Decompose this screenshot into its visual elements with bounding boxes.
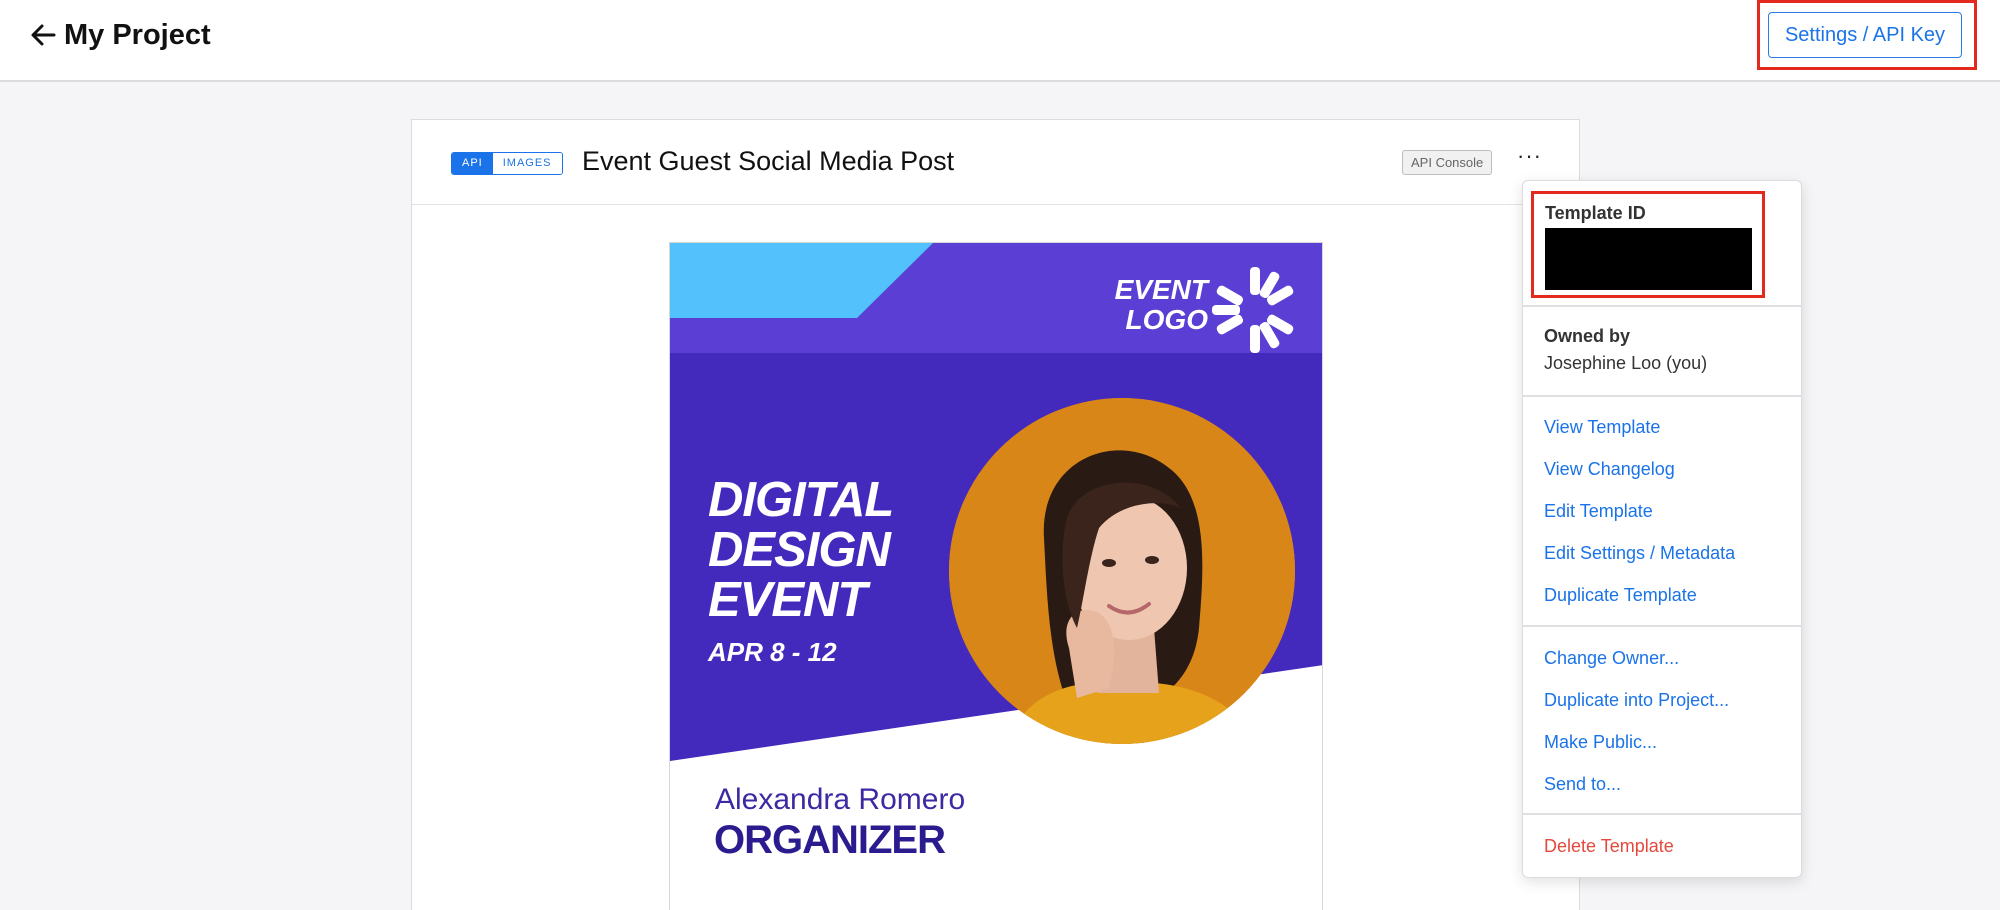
settings-highlight-box: Settings / API Key <box>1757 0 1977 70</box>
logo-line-1: EVENT <box>1114 274 1208 305</box>
logo-line-2: LOGO <box>1125 304 1208 335</box>
template-id-label: Template ID <box>1545 203 1646 223</box>
arrow-left-icon[interactable] <box>30 23 56 47</box>
api-console-button[interactable]: API Console <box>1402 150 1493 175</box>
poster-dates: APR 8 - 12 <box>708 637 837 667</box>
menu-item-change-owner[interactable]: Change Owner... <box>1544 648 1679 669</box>
poster-headline: DIGITAL DESIGN EVENT <box>708 473 894 627</box>
menu-item-duplicate-into-project[interactable]: Duplicate into Project... <box>1544 690 1729 711</box>
template-card: API IMAGES Event Guest Social Media Post… <box>411 119 1580 910</box>
menu-divider <box>1523 813 1801 815</box>
template-id-redacted <box>1545 228 1752 290</box>
more-options-icon[interactable]: ··· <box>1517 145 1542 167</box>
template-options-menu: Template ID Owned by Josephine Loo (you)… <box>1522 180 1802 878</box>
menu-item-edit-settings-metadata[interactable]: Edit Settings / Metadata <box>1544 543 1735 564</box>
menu-item-view-template[interactable]: View Template <box>1544 417 1660 438</box>
owned-by-value: Josephine Loo (you) <box>1544 353 1708 373</box>
template-id-highlight-box: Template ID <box>1531 191 1765 298</box>
event-logo-text: EVENT LOGO <box>1108 275 1208 335</box>
template-title: Event Guest Social Media Post <box>582 146 955 176</box>
images-tag: IMAGES <box>492 153 562 174</box>
api-tag: API <box>452 153 493 174</box>
top-bar: My Project Settings / API Key <box>0 0 2000 82</box>
template-type-tags: API IMAGES <box>451 152 563 175</box>
menu-item-view-changelog[interactable]: View Changelog <box>1544 459 1675 480</box>
settings-api-key-button[interactable]: Settings / API Key <box>1768 12 1962 58</box>
guest-role: ORGANIZER <box>714 818 946 862</box>
menu-item-edit-template[interactable]: Edit Template <box>1544 501 1653 522</box>
menu-item-make-public[interactable]: Make Public... <box>1544 732 1657 753</box>
menu-divider <box>1523 305 1801 307</box>
owned-by-label: Owned by <box>1544 326 1631 346</box>
guest-name: Alexandra Romero <box>715 783 966 816</box>
menu-item-duplicate-template[interactable]: Duplicate Template <box>1544 585 1697 606</box>
guest-photo <box>949 398 1295 744</box>
back-link[interactable]: My Project <box>30 17 211 53</box>
asterisk-logo-icon <box>1212 267 1294 353</box>
menu-item-send-to[interactable]: Send to... <box>1544 774 1621 795</box>
card-header: API IMAGES Event Guest Social Media Post… <box>412 120 1579 205</box>
menu-divider <box>1523 625 1801 627</box>
template-preview-image: EVENT LOGO DIGITAL DESIGN EVENT APR 8 - … <box>669 242 1323 910</box>
menu-item-delete-template[interactable]: Delete Template <box>1544 836 1674 857</box>
page-title[interactable]: My Project <box>64 19 211 52</box>
menu-divider <box>1523 395 1801 397</box>
